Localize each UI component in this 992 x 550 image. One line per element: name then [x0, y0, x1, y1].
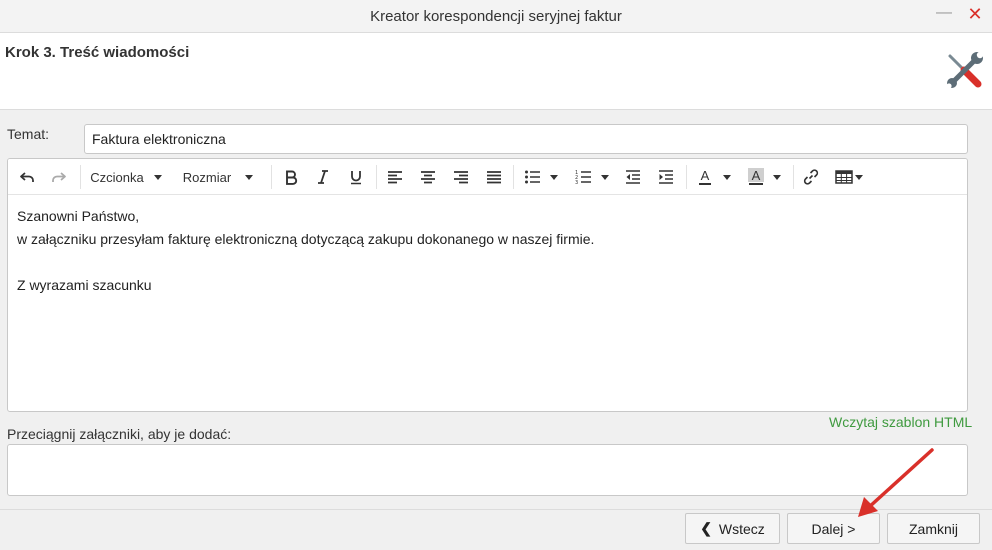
- chevron-down-icon: [723, 174, 731, 180]
- background-color-icon[interactable]: A: [742, 164, 786, 190]
- step-title: Krok 3. Treść wiadomości: [5, 44, 190, 61]
- toolbar-separator: [80, 165, 81, 189]
- font-family-dropdown[interactable]: Czcionka: [86, 164, 166, 190]
- editor-toolbar: Czcionka Rozmiar 1 2 3 A A: [8, 159, 967, 195]
- table-icon[interactable]: [832, 164, 866, 190]
- font-size-label: Rozmiar: [182, 169, 232, 185]
- chevron-down-icon: [153, 174, 162, 180]
- subject-input[interactable]: [84, 124, 968, 154]
- chevron-down-icon: [773, 174, 781, 180]
- toolbar-separator: [686, 165, 687, 189]
- font-size-dropdown[interactable]: Rozmiar: [176, 164, 260, 190]
- italic-icon[interactable]: [310, 164, 336, 190]
- svg-text:3: 3: [575, 180, 578, 185]
- font-family-label: Czcionka: [90, 169, 144, 185]
- underline-icon[interactable]: [343, 164, 369, 190]
- svg-text:A: A: [752, 168, 761, 183]
- close-button[interactable]: Zamknij: [887, 513, 980, 544]
- chevron-down-icon: [245, 174, 254, 180]
- redo-icon[interactable]: [46, 164, 72, 190]
- window-titlebar: Kreator korespondencji seryjnej faktur —…: [0, 0, 992, 33]
- svg-text:A: A: [701, 168, 710, 183]
- chevron-down-icon: [601, 174, 609, 180]
- minimize-icon[interactable]: —: [934, 4, 954, 24]
- numbered-list-icon[interactable]: 123: [571, 164, 613, 190]
- chevron-down-icon: [855, 174, 863, 180]
- chevron-down-icon: [550, 174, 558, 180]
- editor-line: Z wyrazami szacunku: [17, 277, 152, 293]
- window-title: Kreator korespondencji seryjnej faktur: [370, 8, 622, 25]
- toolbar-separator: [513, 165, 514, 189]
- undo-icon[interactable]: [14, 164, 40, 190]
- tools-icon: [946, 51, 984, 89]
- align-left-icon[interactable]: [382, 164, 408, 190]
- align-right-icon[interactable]: [448, 164, 474, 190]
- bullet-list-icon[interactable]: [520, 164, 562, 190]
- close-button-label: Zamknij: [908, 520, 958, 537]
- editor-line: w załączniku przesyłam fakturę elektroni…: [17, 231, 595, 247]
- indent-icon[interactable]: [653, 164, 679, 190]
- back-button-label: Wstecz: [718, 520, 765, 537]
- close-icon[interactable]: ✕: [964, 4, 986, 26]
- footer-divider: [0, 509, 992, 510]
- editor-line: [17, 251, 958, 274]
- next-button-label: Dalej >: [811, 520, 856, 537]
- text-color-icon[interactable]: A: [692, 164, 736, 190]
- align-justify-icon[interactable]: [481, 164, 507, 190]
- link-icon[interactable]: [798, 164, 824, 190]
- chevron-left-icon: ❮: [700, 520, 712, 536]
- rich-text-editor: Czcionka Rozmiar 1 2 3 A A Szanowni Pańs…: [7, 158, 968, 412]
- align-center-icon[interactable]: [415, 164, 441, 190]
- back-button[interactable]: ❮ Wstecz: [685, 513, 780, 544]
- next-button[interactable]: Dalej >: [787, 513, 880, 544]
- toolbar-separator: [376, 165, 377, 189]
- load-html-template-link[interactable]: Wczytaj szablon HTML: [829, 414, 972, 430]
- editor-content[interactable]: Szanowni Państwo, w załączniku przesyłam…: [8, 196, 967, 306]
- toolbar-separator: [793, 165, 794, 189]
- editor-line: Szanowni Państwo,: [17, 208, 140, 224]
- outdent-icon[interactable]: [620, 164, 646, 190]
- bold-icon[interactable]: [278, 164, 304, 190]
- wizard-header: Krok 3. Treść wiadomości: [0, 33, 992, 110]
- attachments-label: Przeciągnij załączniki, aby je dodać:: [7, 426, 232, 442]
- attachments-drop-zone[interactable]: [7, 444, 968, 496]
- toolbar-separator: [271, 165, 272, 189]
- subject-label: Temat:: [7, 126, 50, 142]
